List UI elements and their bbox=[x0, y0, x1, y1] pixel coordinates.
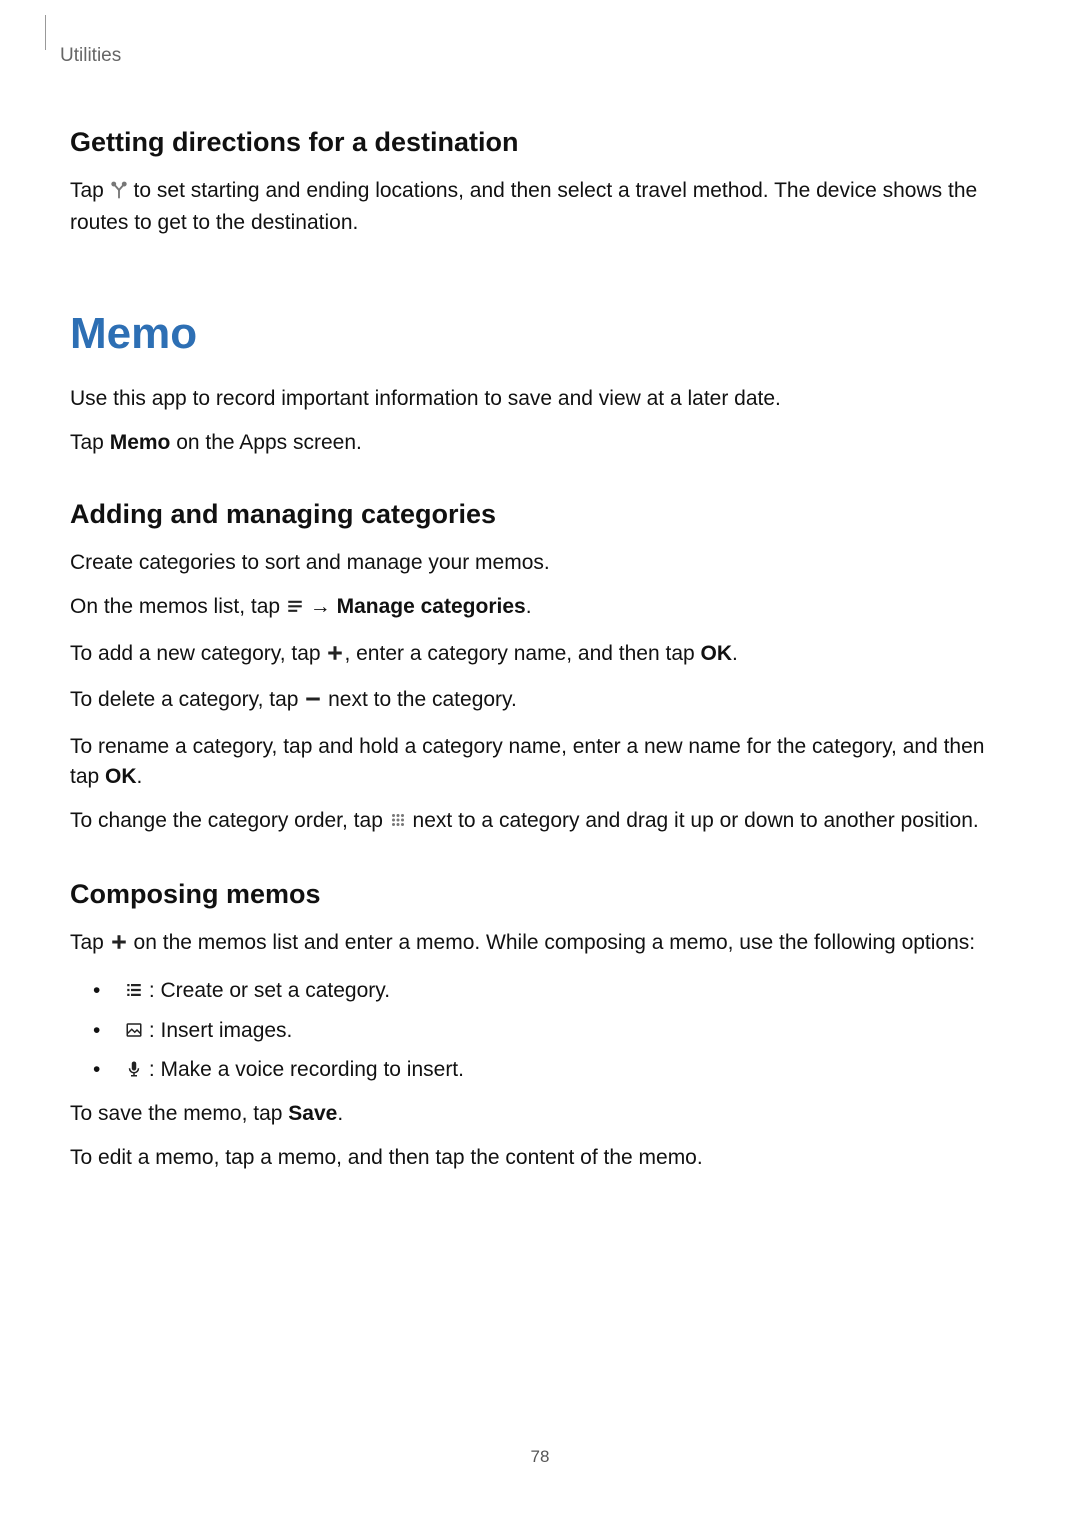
categories-order: To change the category order, tap next t… bbox=[70, 806, 1010, 838]
text: . bbox=[137, 765, 143, 788]
page-container: Utilities Getting directions for a desti… bbox=[0, 0, 1080, 1527]
composing-tap: Tap on the memos list and enter a memo. … bbox=[70, 928, 1010, 960]
text: : Make a voice recording to insert. bbox=[143, 1058, 464, 1081]
minus-icon bbox=[304, 687, 322, 717]
categories-delete: To delete a category, tap next to the ca… bbox=[70, 685, 1010, 717]
text: next to the category. bbox=[322, 688, 517, 711]
text: To change the category order, tap bbox=[70, 809, 389, 832]
text: . bbox=[337, 1102, 343, 1125]
menu-icon bbox=[286, 594, 304, 624]
list-item: : Make a voice recording to insert. bbox=[105, 1053, 1010, 1089]
composing-option-list: : Create or set a category. : Insert ima… bbox=[70, 974, 1010, 1089]
text: to set starting and ending locations, an… bbox=[70, 179, 977, 234]
plus-icon bbox=[110, 930, 128, 960]
header-divider bbox=[45, 15, 46, 50]
categories-open: On the memos list, tap → Manage categori… bbox=[70, 592, 1010, 624]
heading-composing: Composing memos bbox=[70, 879, 1010, 910]
memo-intro: Use this app to record important informa… bbox=[70, 384, 1010, 414]
heading-directions: Getting directions for a destination bbox=[70, 127, 1010, 158]
text: Tap bbox=[70, 431, 110, 454]
bold-ok-1: OK bbox=[701, 642, 733, 665]
arrow: → bbox=[310, 595, 337, 618]
bold-ok-2: OK bbox=[105, 765, 137, 788]
categories-create: Create categories to sort and manage you… bbox=[70, 548, 1010, 578]
image-icon bbox=[125, 1016, 143, 1050]
list-item: : Insert images. bbox=[105, 1014, 1010, 1050]
breadcrumb: Utilities bbox=[60, 45, 1010, 67]
heading-categories: Adding and managing categories bbox=[70, 499, 1010, 530]
text: To rename a category, tap and hold a cat… bbox=[70, 735, 984, 788]
text: On the memos list, tap bbox=[70, 595, 286, 618]
list-item: : Create or set a category. bbox=[105, 974, 1010, 1010]
memo-tap-line: Tap Memo on the Apps screen. bbox=[70, 428, 1010, 458]
text: Tap bbox=[70, 931, 110, 954]
bold-save: Save bbox=[288, 1102, 337, 1125]
plus-icon bbox=[326, 641, 344, 671]
directions-fork-icon bbox=[110, 178, 128, 208]
text: on the memos list and enter a memo. Whil… bbox=[128, 931, 975, 954]
text: on the Apps screen. bbox=[170, 431, 361, 454]
text: Tap bbox=[70, 179, 110, 202]
microphone-icon bbox=[125, 1055, 143, 1089]
categories-rename: To rename a category, tap and hold a cat… bbox=[70, 732, 1010, 793]
directions-paragraph: Tap to set starting and ending locations… bbox=[70, 176, 1010, 239]
text: To save the memo, tap bbox=[70, 1102, 288, 1125]
page-number: 78 bbox=[0, 1447, 1080, 1467]
category-list-icon bbox=[125, 976, 143, 1010]
text: To add a new category, tap bbox=[70, 642, 326, 665]
text: . bbox=[526, 595, 532, 618]
composing-save: To save the memo, tap Save. bbox=[70, 1099, 1010, 1129]
text: : Create or set a category. bbox=[143, 979, 390, 1002]
bold-manage: Manage categories bbox=[337, 595, 526, 618]
text: . bbox=[732, 642, 738, 665]
composing-edit: To edit a memo, tap a memo, and then tap… bbox=[70, 1143, 1010, 1173]
drag-handle-icon bbox=[389, 808, 407, 838]
categories-add: To add a new category, tap , enter a cat… bbox=[70, 639, 1010, 671]
text: : Insert images. bbox=[143, 1019, 292, 1042]
text: next to a category and drag it up or dow… bbox=[407, 809, 979, 832]
bold-memo: Memo bbox=[110, 431, 171, 454]
text: To delete a category, tap bbox=[70, 688, 304, 711]
text: , enter a category name, and then tap bbox=[344, 642, 700, 665]
heading-memo: Memo bbox=[70, 309, 1010, 359]
